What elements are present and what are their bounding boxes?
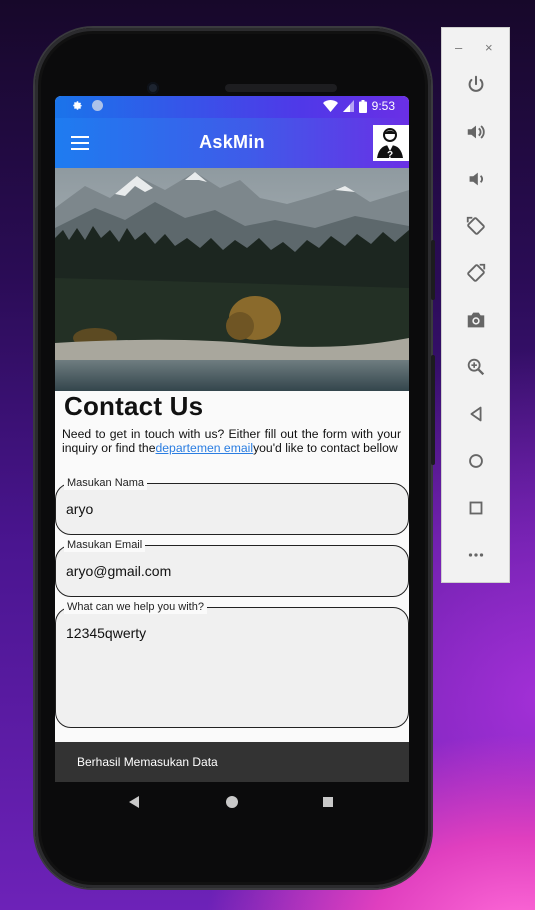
battery-icon (358, 99, 367, 113)
department-email-link[interactable]: departemen email (156, 441, 254, 455)
nav-back-icon[interactable] (129, 796, 139, 808)
snackbar: Berhasil Memasukan Data (55, 742, 409, 782)
nav-recents-icon[interactable] (323, 797, 333, 807)
app-bar: AskMin ? (55, 118, 409, 168)
close-button[interactable]: × (485, 40, 493, 55)
gear-icon (73, 101, 82, 110)
user-question-icon[interactable]: ? (373, 125, 409, 161)
volume-down-icon[interactable] (463, 166, 489, 192)
page-title: Contact Us (64, 391, 204, 421)
nav-home-icon[interactable] (226, 796, 238, 808)
name-field[interactable]: Masukan Nama aryo (55, 476, 409, 535)
phone-volume-button (431, 355, 435, 465)
message-field-label: What can we help you with? (64, 600, 207, 614)
circle-icon (92, 100, 103, 111)
more-icon[interactable] (463, 542, 489, 568)
name-field-label: Masukan Nama (64, 476, 148, 490)
zoom-icon[interactable] (463, 354, 489, 380)
rotate-right-icon[interactable] (463, 260, 489, 286)
home-icon[interactable] (463, 448, 489, 474)
svg-text:?: ? (387, 150, 393, 161)
message-field[interactable]: What can we help you with? 12345qwerty (55, 600, 409, 728)
emulator-toolbar: – × (441, 27, 510, 583)
camera-icon[interactable] (463, 307, 489, 333)
front-camera (147, 82, 159, 94)
intro-paragraph: Need to get in touch with us? Either fil… (62, 427, 401, 455)
snackbar-message: Berhasil Memasukan Data (77, 755, 218, 769)
rotate-left-icon[interactable] (463, 213, 489, 239)
header-landscape-image (55, 168, 409, 391)
status-time: 9:53 (371, 99, 395, 113)
intro-text-after: you'd like to contact bellow (253, 441, 398, 456)
android-nav-bar (55, 782, 409, 822)
email-field[interactable]: Masukan Email aryo@gmail.com (55, 538, 409, 597)
app-title: AskMin (199, 132, 265, 152)
status-bar: 9:53 (55, 96, 409, 118)
overview-icon[interactable] (463, 495, 489, 521)
app-screen: 9:53 AskMin ? Contact Us Need to get in … (55, 96, 409, 782)
message-field-value: 12345qwerty (66, 625, 147, 641)
signal-icon (342, 100, 354, 112)
earpiece-speaker (225, 84, 337, 92)
name-field-value: aryo (66, 501, 94, 517)
phone-power-button (431, 240, 435, 300)
power-icon[interactable] (463, 72, 489, 98)
back-icon[interactable] (463, 401, 489, 427)
wifi-icon (322, 100, 338, 112)
email-field-value: aryo@gmail.com (66, 563, 172, 579)
minimize-button[interactable]: – (455, 40, 462, 55)
volume-up-icon[interactable] (463, 119, 489, 145)
email-field-label: Masukan Email (64, 538, 146, 552)
